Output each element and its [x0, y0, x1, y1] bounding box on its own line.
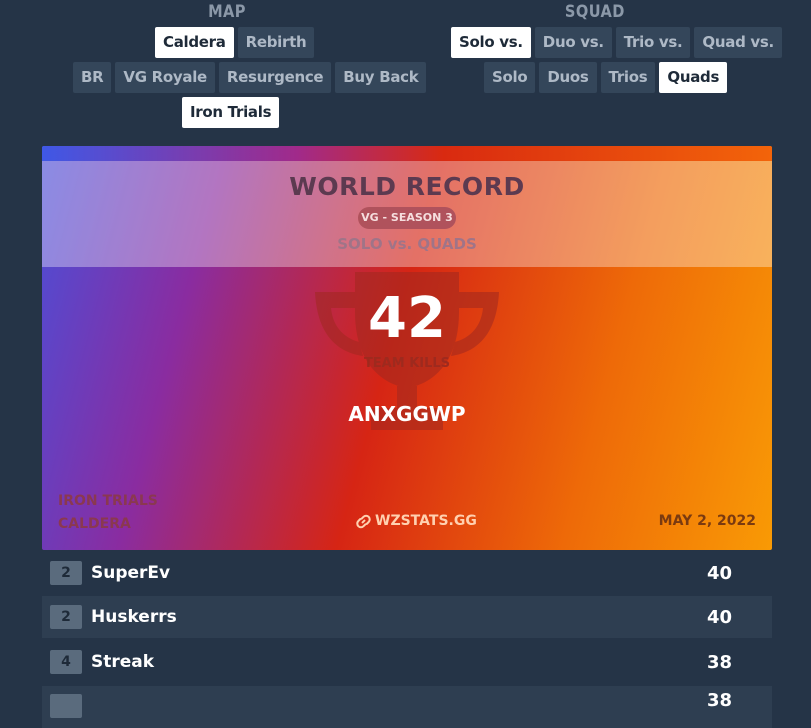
record-date: MAY 2, 2022	[658, 513, 756, 529]
record-holder-name[interactable]: ANXGGWP	[42, 402, 772, 426]
leaderboard-row[interactable]: 2 SuperEv 40	[42, 552, 772, 594]
map-info: IRON TRIALS CALDERA	[58, 490, 158, 536]
world-record-card: WORLD RECORD VG - SEASON 3 SOLO vs. QUAD…	[42, 146, 772, 550]
squad-button-solo-vs[interactable]: Solo vs.	[451, 27, 531, 58]
mode-label: SOLO vs. QUADS	[337, 235, 477, 253]
map-button-buy-back[interactable]: Buy Back	[335, 62, 427, 93]
leaderboard-row[interactable]: 38	[42, 686, 772, 728]
map-info-mode: IRON TRIALS	[58, 493, 158, 509]
player-kills: 38	[706, 690, 732, 711]
site-link-label: WZSTATS.GG	[375, 513, 477, 529]
squad-row-1: Solo vs. Duo vs. Trio vs. Quad vs.	[451, 27, 782, 58]
rank-badge: 4	[50, 650, 82, 674]
map-filter-title: MAP	[208, 2, 246, 22]
map-row-1: Caldera Rebirth	[155, 27, 315, 58]
squad-filter-title: SQUAD	[564, 2, 625, 22]
squad-button-quads[interactable]: Quads	[659, 62, 728, 93]
leaderboard-row[interactable]: 2 Huskerrs 40	[42, 596, 772, 638]
squad-button-duo-vs[interactable]: Duo vs.	[534, 27, 612, 58]
player-kills: 38	[706, 651, 732, 673]
card-top-strip	[42, 146, 772, 161]
player-kills: 40	[706, 562, 732, 584]
player-name: Huskerrs	[91, 607, 177, 627]
link-icon	[356, 514, 371, 528]
squad-button-trios[interactable]: Trios	[600, 62, 656, 93]
squad-button-duos[interactable]: Duos	[539, 62, 597, 93]
player-name: SuperEv	[91, 563, 171, 583]
rank-badge: 2	[50, 605, 82, 629]
world-record-title: WORLD RECORD	[289, 172, 525, 201]
squad-button-trio-vs[interactable]: Trio vs.	[615, 27, 691, 58]
map-button-iron-trials[interactable]: Iron Trials	[182, 97, 280, 128]
map-button-br[interactable]: BR	[73, 62, 112, 93]
kills-label: TEAM KILLS	[363, 356, 451, 371]
leaderboard-row[interactable]: 4 Streak 38	[42, 641, 772, 683]
map-button-rebirth[interactable]: Rebirth	[237, 27, 315, 58]
squad-button-solo[interactable]: Solo	[484, 62, 536, 93]
player-name: Streak	[91, 652, 155, 672]
map-row-2: BR VG Royale Resurgence Buy Back	[73, 62, 427, 93]
map-info-map: CALDERA	[58, 516, 131, 532]
squad-button-quad-vs[interactable]: Quad vs.	[694, 27, 782, 58]
player-kills: 40	[706, 606, 732, 628]
map-button-vg-royale[interactable]: VG Royale	[115, 62, 215, 93]
site-link[interactable]: WZSTATS.GG	[356, 513, 477, 529]
rank-badge	[50, 694, 82, 718]
map-row-3: Iron Trials	[182, 97, 280, 128]
squad-row-2: Solo Duos Trios Quads	[484, 62, 728, 93]
map-button-resurgence[interactable]: Resurgence	[218, 62, 332, 93]
rank-badge: 2	[50, 561, 82, 585]
map-button-caldera[interactable]: Caldera	[155, 27, 234, 58]
kills-value: 42	[368, 286, 446, 351]
season-badge: VG - SEASON 3	[358, 207, 456, 229]
